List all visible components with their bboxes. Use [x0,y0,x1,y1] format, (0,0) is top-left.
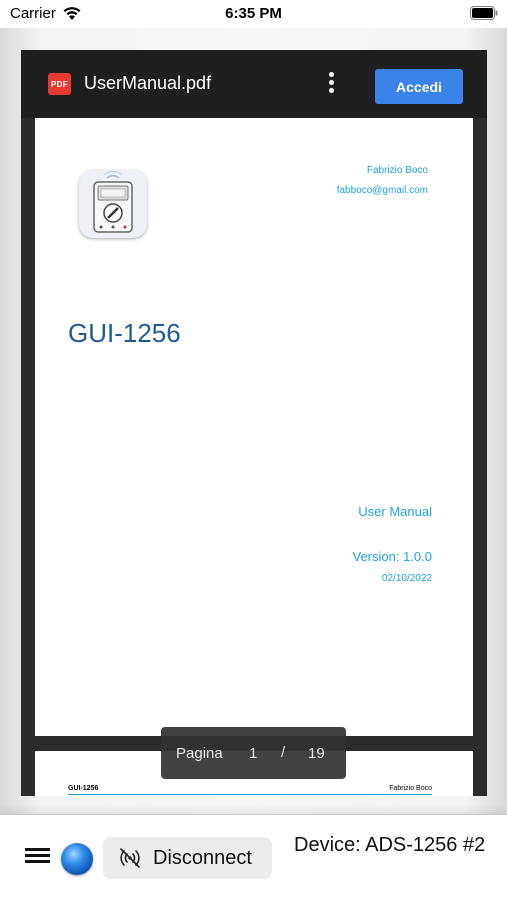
login-button[interactable]: Accedi [375,69,463,104]
page-separator: / [281,744,286,761]
document-version: Version: 1.0.0 [352,549,433,564]
hamburger-menu-icon[interactable] [25,848,50,866]
device-label: Device: ADS-1256 #2 [294,834,486,856]
author-email: fabboco@gmail.com [336,185,428,196]
author-name: Fabrizio Boco [366,165,428,176]
bottom-toolbar: Disconnect Device: ADS-1256 #2 [0,814,507,900]
disconnect-label: Disconnect [153,847,252,869]
status-bar: Carrier 6:35 PM [0,0,507,28]
file-name: UserManual.pdf [84,73,212,93]
page-indicator-label: Pagina [176,745,223,762]
status-time: 6:35 PM [225,5,282,22]
pdf-page-1: Fabrizio Boco fabboco@gmail.com GUI-1256… [35,118,473,736]
connection-status-indicator [61,843,93,875]
more-vertical-icon[interactable] [324,72,338,96]
total-pages: 19 [308,745,325,762]
pdf-toolbar: PDF UserManual.pdf Accedi [21,50,487,118]
pdf-viewer[interactable]: PDF UserManual.pdf Accedi Fabrizio Boco … [21,50,487,796]
page2-header-right: Fabrizio Boco [389,785,432,792]
disconnect-button[interactable]: Disconnect [103,837,272,879]
app-logo-icon [79,170,147,238]
page2-header-rule [68,794,432,795]
document-date: 02/10/2022 [381,573,432,584]
current-page-number: 1 [249,745,258,762]
pdf-file-icon: PDF [48,73,71,95]
document-subtitle: User Manual [358,504,432,519]
document-title: GUI-1256 [68,318,181,348]
battery-icon [470,6,498,20]
page2-header-left: GUI-1256 [68,785,99,792]
multimeter-icon [93,170,133,233]
page-indicator: Pagina 1 / 19 [161,727,346,779]
antenna-off-icon [120,848,140,868]
